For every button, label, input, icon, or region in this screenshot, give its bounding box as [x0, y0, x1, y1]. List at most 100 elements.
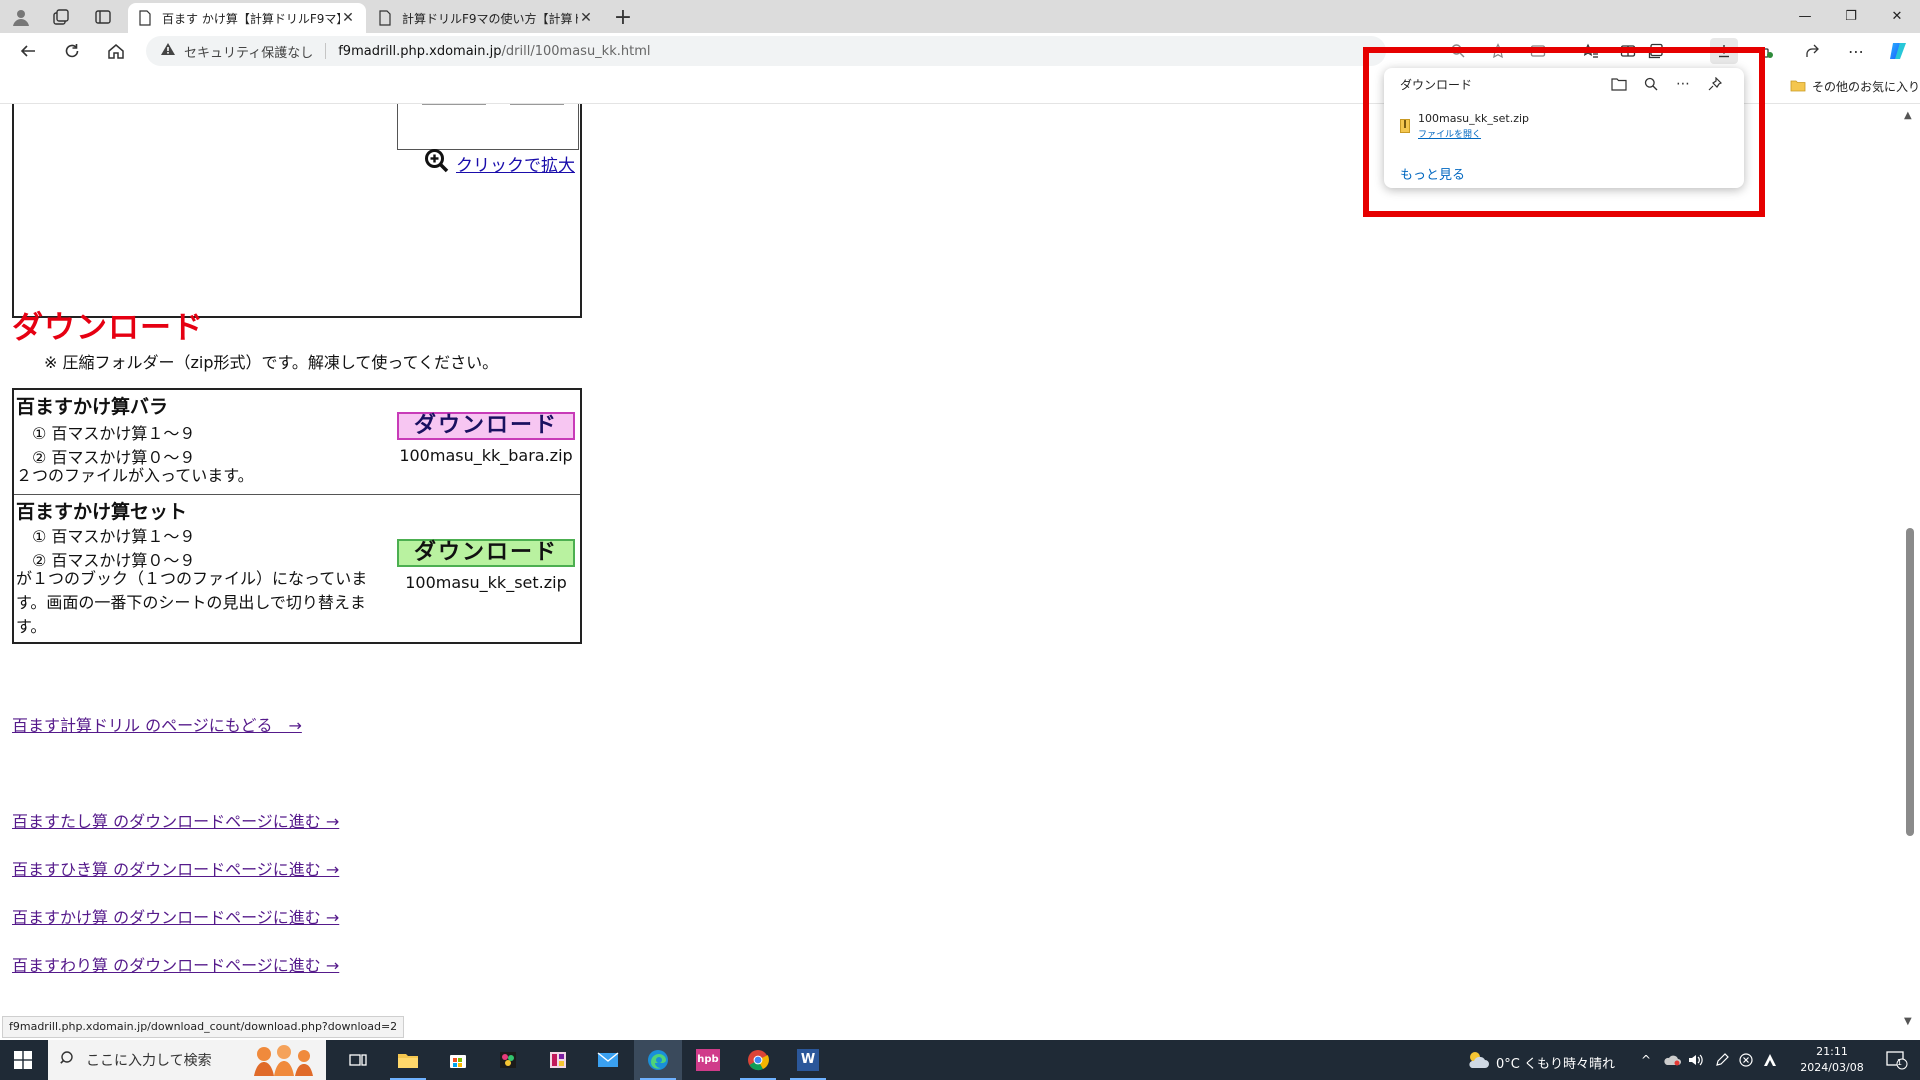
ime-icon[interactable] — [1760, 1050, 1780, 1070]
volume-icon[interactable] — [1686, 1050, 1706, 1070]
scroll-up-icon[interactable]: ▲ — [1904, 110, 1912, 121]
other-favorites[interactable]: その他のお気に入り — [1790, 78, 1920, 95]
store-icon[interactable] — [434, 1040, 482, 1080]
url-path: /drill/100masu_kk.html — [501, 43, 651, 59]
download-note: ※ 圧縮フォルダー（zip形式）です。解凍して使ってください。 — [44, 353, 499, 372]
download-table: 百ますかけ算バラ ① 百マスかけ算１～９ ② 百マスかけ算０～９ ２つのファイル… — [12, 388, 582, 644]
chevron-up-icon[interactable]: ^ — [1636, 1050, 1656, 1070]
back-link[interactable]: 百ます計算ドリル のページにもどる → — [12, 712, 302, 736]
weather-text: 0°C くもり時々晴れ — [1496, 1056, 1615, 1072]
warning-icon[interactable] — [160, 42, 176, 60]
clock[interactable]: 21:11 2024/03/08 — [1780, 1044, 1884, 1076]
share-icon[interactable] — [1798, 38, 1826, 64]
edge-icon[interactable] — [634, 1040, 682, 1080]
file-explorer-icon[interactable] — [384, 1040, 432, 1080]
file-name: 100masu_kk_set.zip — [405, 573, 567, 592]
tab-actions-icon[interactable] — [90, 4, 116, 30]
profile-icon[interactable] — [8, 4, 34, 30]
copilot-icon[interactable] — [1884, 38, 1912, 64]
zoom-link[interactable]: クリックで拡大 — [424, 148, 575, 179]
paint-app-icon[interactable] — [484, 1040, 532, 1080]
refresh-icon[interactable] — [58, 38, 86, 64]
close-icon[interactable]: ✕ — [578, 10, 594, 26]
design-app-icon[interactable] — [534, 1040, 582, 1080]
row-title: 百ますかけ算セット — [16, 501, 188, 523]
preview-cell: 計算 — [422, 104, 486, 105]
search-icon — [60, 1050, 76, 1070]
search-highlight-icon — [250, 1044, 316, 1080]
minimize-button[interactable]: — — [1782, 0, 1828, 32]
tab-active[interactable]: 百ます かけ算【計算ドリルF9マ】 ✕ — [128, 3, 366, 33]
row-item: ① 百マスかけ算１～９ — [32, 527, 196, 546]
page-title: ダウンロード — [12, 310, 204, 346]
workspaces-icon[interactable] — [48, 4, 74, 30]
close-icon[interactable]: ✕ — [340, 10, 356, 26]
taskbar: ここに入力して検索 hpb W 0°C くもり時々晴れ ^ 21:11 2024… — [0, 1040, 1920, 1080]
notification-icon[interactable]: 1 — [1884, 1048, 1910, 1072]
tab-inactive[interactable]: 計算ドリルF9マの使い方【計算ドリル ✕ — [368, 3, 604, 33]
mail-icon[interactable] — [584, 1040, 632, 1080]
status-url: f9madrill.php.xdomain.jp/download_count/… — [2, 1016, 405, 1038]
preview-image[interactable]: 計算 A — [397, 104, 579, 150]
page-content: 計算 A クリックで拡大 ダウンロード ※ 圧縮フォルダー（zip形式）です。解… — [0, 104, 1900, 1040]
notification-count: 1 — [1897, 1058, 1903, 1067]
tab-strip: 百ます かけ算【計算ドリルF9マ】 ✕ 計算ドリルF9マの使い方【計算ドリル ✕… — [0, 0, 1920, 33]
onedrive-icon[interactable] — [1662, 1050, 1682, 1070]
folder-icon — [1790, 79, 1806, 95]
close-window-button[interactable]: ✕ — [1874, 0, 1920, 32]
description-line: す。画面の一番下のシートの見出しで切り替えま — [16, 593, 366, 612]
hpb-label: hpb — [696, 1049, 720, 1071]
page-icon — [138, 10, 152, 26]
hpb-app-icon[interactable]: hpb — [684, 1040, 732, 1080]
subtraction-link[interactable]: 百ますひき算 のダウンロードページに進む → — [12, 856, 339, 880]
preview-box: 計算 A クリックで拡大 — [12, 104, 582, 318]
url-host: f9madrill.php.xdomain.jp — [338, 43, 502, 59]
multiplication-link[interactable]: 百ますかけ算 のダウンロードページに進む → — [12, 904, 339, 928]
windows-logo-icon[interactable] — [0, 1040, 46, 1080]
weather-widget[interactable]: 0°C くもり時々晴れ — [1466, 1050, 1615, 1074]
file-name: 100masu_kk_bara.zip — [399, 446, 573, 465]
restore-button[interactable]: ❐ — [1828, 0, 1874, 32]
taskbar-search-placeholder: ここに入力して検索 — [86, 1053, 212, 1069]
annotation-highlight — [1363, 47, 1765, 217]
address-divider — [325, 43, 327, 59]
weather-icon — [1466, 1050, 1490, 1074]
chrome-icon[interactable] — [734, 1040, 782, 1080]
row-description: が１つのブック（１つのファイル）になっていま す。画面の一番下のシートの見出しで… — [16, 567, 367, 639]
table-row: 百ますかけ算バラ ① 百マスかけ算１～９ ② 百マスかけ算０～９ ２つのファイル… — [14, 390, 580, 495]
address-bar[interactable]: セキュリティ保護なし f9madrill.php.xdomain.jp/dril… — [146, 36, 1386, 66]
row-item: ① 百マスかけ算１～９ — [32, 424, 196, 443]
taskbar-search[interactable]: ここに入力して検索 — [48, 1040, 326, 1080]
task-view-icon[interactable] — [334, 1040, 382, 1080]
zoom-link-text[interactable]: クリックで拡大 — [456, 151, 575, 176]
back-icon[interactable] — [14, 38, 42, 64]
more-icon[interactable]: ⋯ — [1842, 38, 1870, 64]
download-set-button[interactable]: ダウンロード — [397, 539, 575, 567]
magnifier-plus-icon — [424, 148, 450, 179]
scroll-down-icon[interactable]: ▼ — [1904, 1016, 1912, 1027]
row-description: ２つのファイルが入っています。 — [16, 466, 254, 485]
pen-icon[interactable] — [1712, 1050, 1732, 1070]
table-row: 百ますかけ算セット ① 百マスかけ算１～９ ② 百マスかけ算０～９ が１つのブッ… — [14, 495, 580, 642]
clock-date: 2024/03/08 — [1800, 1061, 1864, 1074]
page-icon — [378, 10, 392, 26]
clock-time: 21:11 — [1816, 1045, 1848, 1058]
home-icon[interactable] — [102, 38, 130, 64]
new-tab-button[interactable]: + — [610, 4, 636, 30]
row-title: 百ますかけ算バラ — [16, 396, 169, 418]
preview-cell-right: A — [510, 104, 564, 105]
scroll-thumb[interactable] — [1906, 528, 1914, 836]
close-circle-icon[interactable] — [1736, 1050, 1756, 1070]
description-line: が１つのブック（１つのファイル）になっていま — [16, 569, 368, 588]
word-label: W — [797, 1049, 819, 1071]
tab-label: 計算ドリルF9マの使い方【計算ドリル — [402, 11, 578, 26]
addition-link[interactable]: 百ますたし算 のダウンロードページに進む → — [12, 808, 339, 832]
download-bara-button[interactable]: ダウンロード — [397, 412, 575, 440]
word-icon[interactable]: W — [784, 1040, 832, 1080]
tab-label: 百ます かけ算【計算ドリルF9マ】 — [162, 11, 340, 26]
vertical-scrollbar[interactable]: ▲ ▼ — [1900, 104, 1920, 1040]
security-text[interactable]: セキュリティ保護なし — [184, 42, 313, 61]
division-link[interactable]: 百ますわり算 のダウンロードページに進む → — [12, 952, 339, 976]
description-line: す。 — [16, 617, 47, 636]
other-favorites-label: その他のお気に入り — [1812, 80, 1920, 94]
